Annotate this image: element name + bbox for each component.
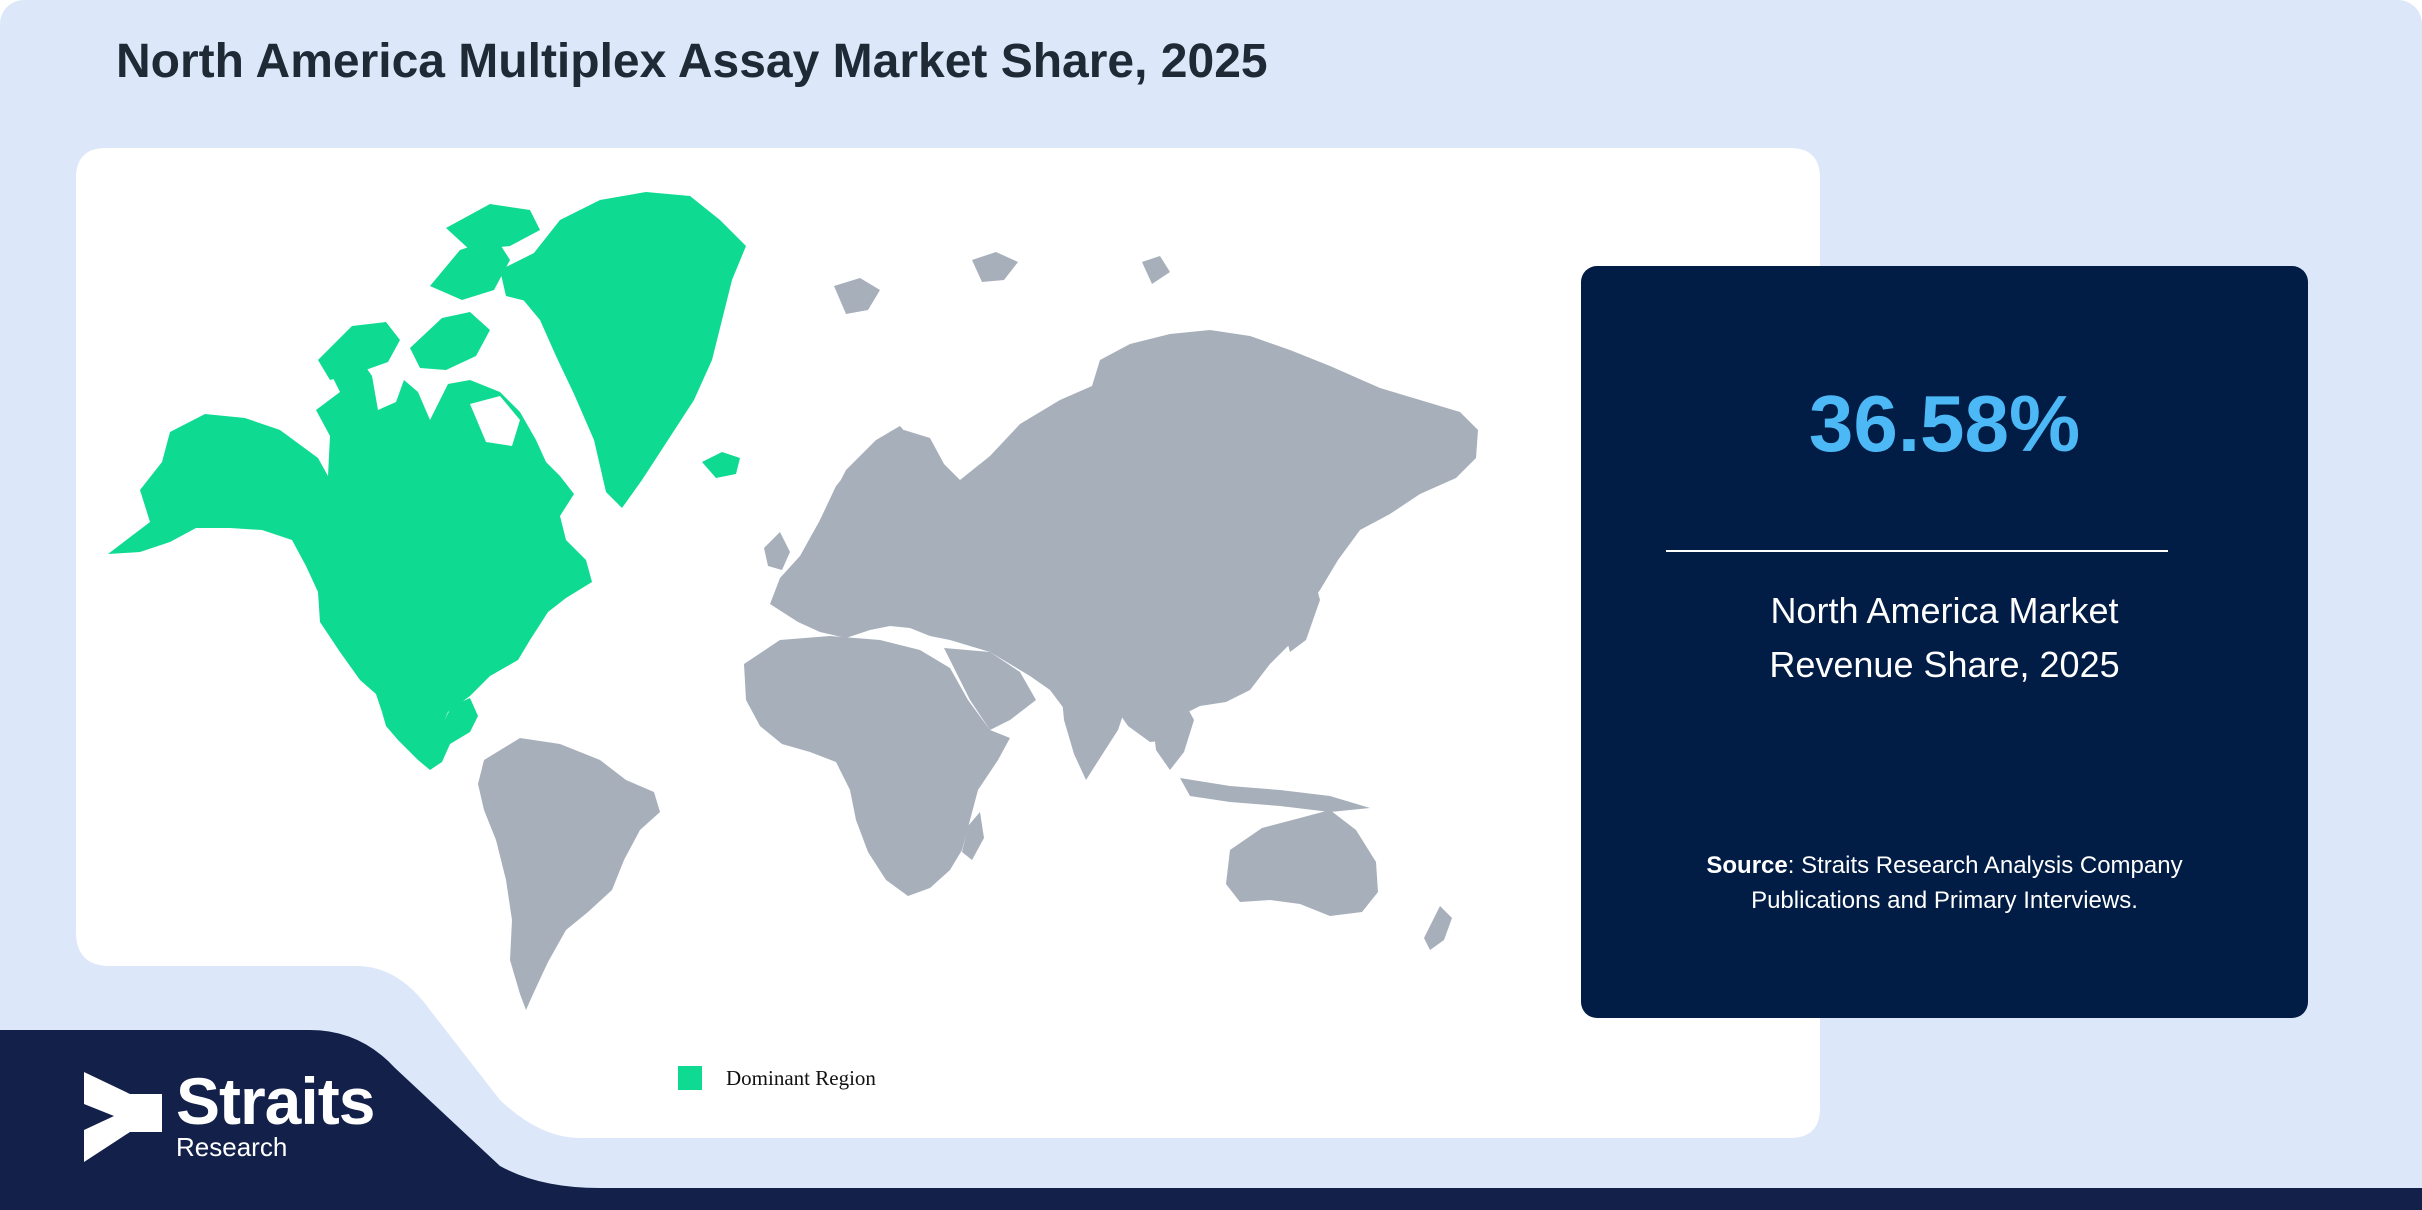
straits-logo-icon — [84, 1072, 162, 1162]
infographic: North America Multiplex Assay Market Sha… — [0, 0, 2422, 1210]
stat-label: North America Market Revenue Share, 2025 — [1581, 584, 2308, 692]
stat-label-line2: Revenue Share, 2025 — [1769, 644, 2120, 685]
source-line1-text: : Straits Research Analysis Company — [1787, 852, 2183, 879]
map-legend: Dominant Region — [678, 1064, 876, 1092]
legend-swatch-dominant — [678, 1066, 702, 1090]
logo-subtitle: Research — [176, 1132, 288, 1162]
source-line2: Publications and Primary Interviews. — [1751, 887, 2138, 914]
source-prefix: Source — [1706, 852, 1788, 879]
source-note: Source: Straits Research Analysis Compan… — [1581, 848, 2308, 918]
stat-value: 36.58% — [1808, 379, 2081, 468]
source-line1: Source: Straits Research Analysis Compan… — [1581, 848, 2308, 883]
legend-label-dominant: Dominant Region — [726, 1065, 876, 1090]
stat-label-line1: North America Market — [1770, 590, 2119, 631]
stat-divider — [1666, 550, 2168, 552]
stat-panel: 36.58% North America Market Revenue Shar… — [1581, 266, 2308, 1018]
page-title: North America Multiplex Assay Market Sha… — [116, 35, 1268, 88]
logo-name: Straits — [176, 1064, 375, 1138]
